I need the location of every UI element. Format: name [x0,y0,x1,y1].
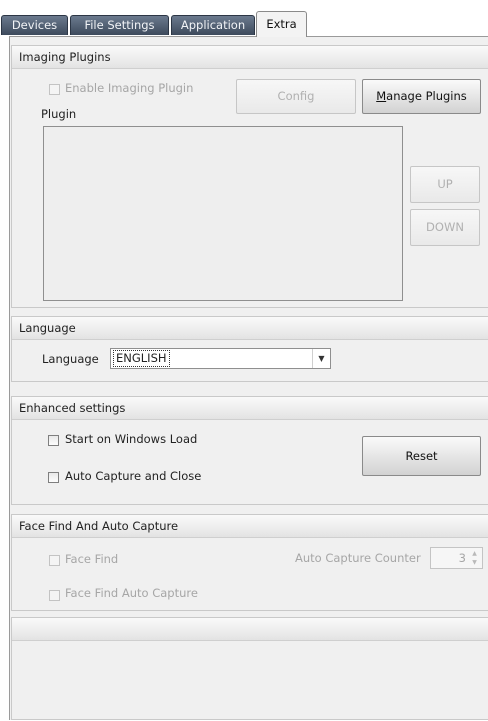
up-button[interactable]: UP [410,166,480,203]
face-find-label: Face Find [65,552,119,566]
auto-capture-close-checkbox[interactable] [48,472,59,483]
imaging-plugins-header: Imaging Plugins [12,46,488,69]
start-on-windows-load-label: Start on Windows Load [65,432,198,446]
auto-capture-counter-label: Auto Capture Counter [295,551,421,565]
tab-devices[interactable]: Devices [1,15,68,35]
spinner-arrows-icon: ▲ ▼ [472,550,477,566]
bottom-group [11,617,488,720]
reset-button[interactable]: Reset [362,436,481,476]
language-dropdown[interactable]: ENGLISH ▼ [110,348,331,369]
manage-plugins-label: anage Plugins [386,89,467,103]
auto-capture-counter-stepper[interactable]: 3 ▲ ▼ [430,547,483,569]
tab-application[interactable]: Application [171,15,255,35]
tab-extra[interactable]: Extra [256,11,307,37]
bottom-group-header [12,618,488,641]
plugin-list[interactable] [43,126,403,301]
down-button[interactable]: DOWN [410,209,480,246]
manage-plugins-accelerator: M [376,89,387,103]
face-find-auto-capture-checkbox[interactable] [49,590,60,601]
enable-imaging-plugin-label: Enable Imaging Plugin [65,81,194,95]
face-find-auto-capture-label: Face Find Auto Capture [65,586,198,600]
enhanced-settings-header: Enhanced settings [12,397,488,420]
chevron-down-icon: ▼ [312,349,330,368]
manage-plugins-button[interactable]: Manage Plugins [362,79,481,114]
tab-strip: Devices File Settings Application Extra [0,0,488,37]
face-find-header: Face Find And Auto Capture [12,515,488,538]
language-header: Language [12,317,488,340]
language-label: Language [42,352,99,366]
language-selected-value: ENGLISH [113,350,170,367]
face-find-checkbox[interactable] [49,555,60,566]
auto-capture-close-label: Auto Capture and Close [65,469,202,483]
config-button[interactable]: Config [236,79,356,114]
start-on-windows-load-checkbox[interactable] [48,435,59,446]
enable-imaging-plugin-checkbox[interactable] [49,84,60,95]
auto-capture-counter-value: 3 [458,551,466,565]
plugin-label: Plugin [41,107,77,121]
tab-file-settings[interactable]: File Settings [70,15,169,35]
